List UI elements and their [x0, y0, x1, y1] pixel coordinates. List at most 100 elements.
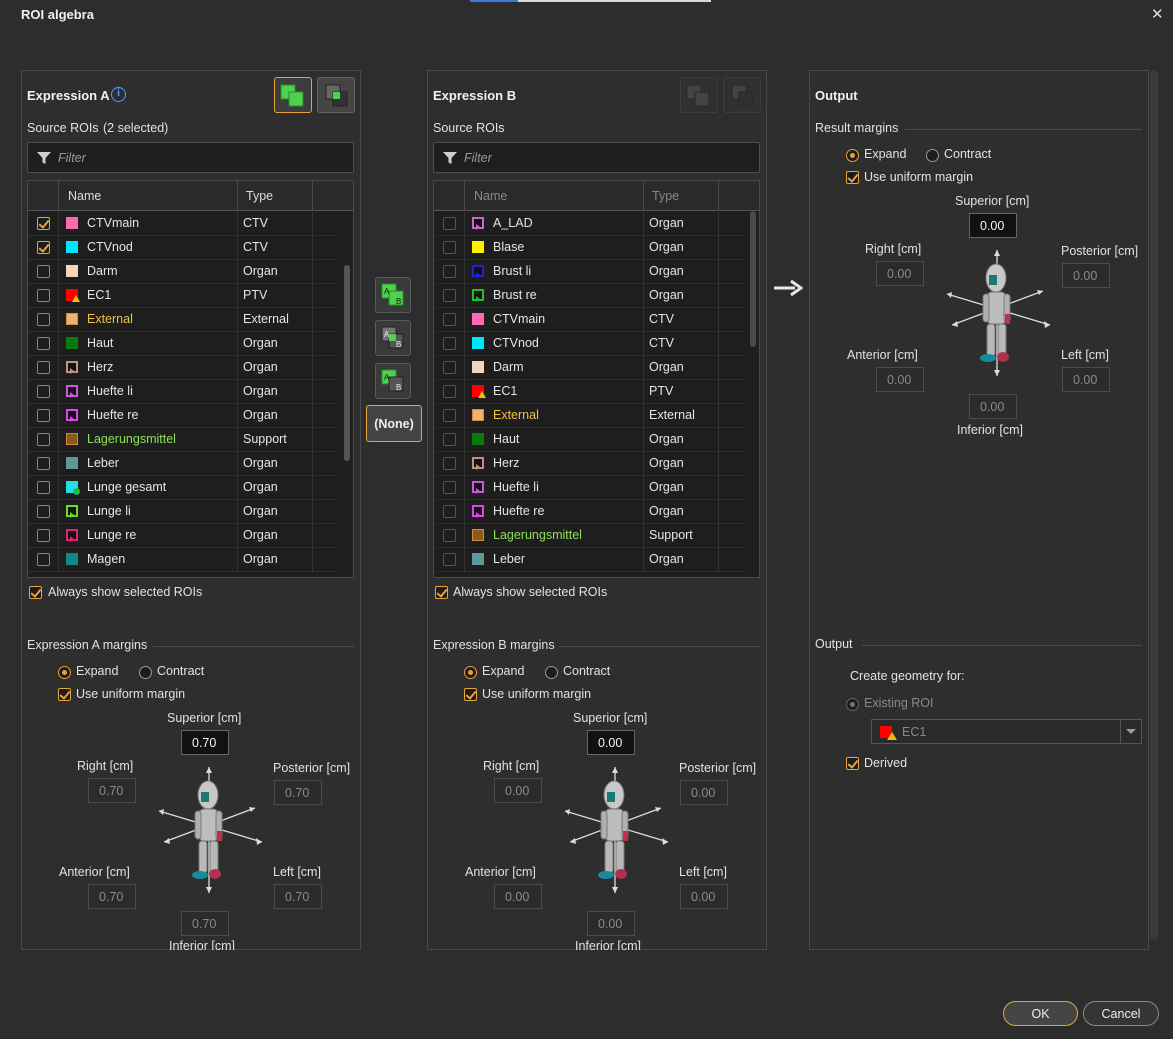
column-type[interactable]: Type — [246, 189, 273, 203]
uniform-margin-checkbox-a[interactable] — [58, 688, 71, 701]
table-row[interactable]: Huefte li Organ — [28, 380, 339, 404]
inferior-input-out[interactable]: 0.00 — [969, 394, 1017, 419]
row-checkbox[interactable] — [443, 241, 456, 254]
table-row[interactable]: External External — [434, 404, 745, 428]
table-row[interactable]: CTVmain CTV — [434, 308, 745, 332]
op-none-button[interactable]: (None) — [366, 405, 422, 442]
row-checkbox[interactable] — [443, 433, 456, 446]
row-checkbox[interactable] — [443, 457, 456, 470]
table-row[interactable]: Huefte re Organ — [28, 404, 339, 428]
superior-input-out[interactable]: 0.00 — [969, 213, 1017, 238]
posterior-input-out[interactable]: 0.00 — [1062, 263, 1110, 288]
row-checkbox[interactable] — [443, 361, 456, 374]
row-checkbox[interactable] — [37, 505, 50, 518]
close-icon[interactable]: ✕ — [1151, 5, 1164, 23]
table-row[interactable]: CTVnod CTV — [28, 236, 339, 260]
table-row[interactable]: Huefte li Organ — [434, 476, 745, 500]
table-row[interactable]: Lagerungsmittel Support — [434, 524, 745, 548]
cancel-button[interactable]: Cancel — [1083, 1001, 1159, 1026]
derived-checkbox[interactable] — [846, 757, 859, 770]
row-checkbox[interactable] — [443, 409, 456, 422]
expand-radio-b[interactable] — [464, 666, 477, 679]
posterior-input-a[interactable]: 0.70 — [274, 780, 322, 805]
row-checkbox[interactable] — [37, 313, 50, 326]
mode-union-button-b[interactable] — [680, 77, 718, 113]
anterior-input-b[interactable]: 0.00 — [494, 884, 542, 909]
table-row[interactable]: Haut Organ — [434, 428, 745, 452]
right-input-a[interactable]: 0.70 — [88, 778, 136, 803]
superior-input-b[interactable]: 0.00 — [587, 730, 635, 755]
row-checkbox[interactable] — [443, 313, 456, 326]
always-show-checkbox-a[interactable] — [29, 586, 42, 599]
op-union-button[interactable]: AB — [375, 277, 411, 313]
table-row[interactable]: Leber Organ — [434, 548, 745, 572]
table-row[interactable]: Haut Organ — [28, 332, 339, 356]
table-row[interactable]: Leber Organ — [28, 452, 339, 476]
table-row[interactable]: Darm Organ — [434, 356, 745, 380]
column-name[interactable]: Name — [68, 189, 101, 203]
existing-roi-radio[interactable] — [846, 698, 859, 711]
info-icon[interactable]: i — [111, 87, 126, 102]
anterior-input-out[interactable]: 0.00 — [876, 367, 924, 392]
contract-radio-b[interactable] — [545, 666, 558, 679]
table-row[interactable]: Brust re Organ — [434, 284, 745, 308]
row-checkbox[interactable] — [443, 529, 456, 542]
inferior-input-b[interactable]: 0.00 — [587, 911, 635, 936]
table-row[interactable]: Blase Organ — [434, 236, 745, 260]
right-input-b[interactable]: 0.00 — [494, 778, 542, 803]
row-checkbox[interactable] — [443, 553, 456, 566]
left-input-b[interactable]: 0.00 — [680, 884, 728, 909]
table-row[interactable]: Herz Organ — [434, 452, 745, 476]
mode-subtract-button-b[interactable] — [723, 77, 761, 113]
row-checkbox[interactable] — [443, 337, 456, 350]
table-row[interactable]: EC1 PTV — [28, 284, 339, 308]
table-row[interactable]: Lunge re Organ — [28, 524, 339, 548]
ok-button[interactable]: OK — [1003, 1001, 1078, 1026]
left-input-out[interactable]: 0.00 — [1062, 367, 1110, 392]
mode-subtract-button[interactable] — [317, 77, 355, 113]
row-checkbox[interactable] — [37, 409, 50, 422]
row-checkbox[interactable] — [443, 217, 456, 230]
table-row[interactable]: CTVnod CTV — [434, 332, 745, 356]
expand-radio-out[interactable] — [846, 149, 859, 162]
row-checkbox[interactable] — [37, 361, 50, 374]
row-checkbox[interactable] — [37, 289, 50, 302]
row-checkbox[interactable] — [443, 505, 456, 518]
filter-input-a[interactable]: Filter — [27, 142, 354, 173]
always-show-checkbox-b[interactable] — [435, 586, 448, 599]
table-row[interactable]: A_LAD Organ — [434, 212, 745, 236]
row-checkbox[interactable] — [443, 289, 456, 302]
mode-union-button[interactable] — [274, 77, 312, 113]
expand-radio-a[interactable] — [58, 666, 71, 679]
row-checkbox[interactable] — [37, 553, 50, 566]
uniform-margin-checkbox-b[interactable] — [464, 688, 477, 701]
superior-input-a[interactable]: 0.70 — [181, 730, 229, 755]
column-name[interactable]: Name — [474, 189, 507, 203]
posterior-input-b[interactable]: 0.00 — [680, 780, 728, 805]
row-checkbox[interactable] — [37, 481, 50, 494]
uniform-margin-checkbox-out[interactable] — [846, 171, 859, 184]
table-row[interactable]: CTVmain CTV — [28, 212, 339, 236]
table-row[interactable]: Darm Organ — [28, 260, 339, 284]
table-row[interactable]: Herz Organ — [28, 356, 339, 380]
row-checkbox[interactable] — [37, 337, 50, 350]
left-input-a[interactable]: 0.70 — [274, 884, 322, 909]
output-scrollbar[interactable] — [1150, 70, 1158, 940]
right-input-out[interactable]: 0.00 — [876, 261, 924, 286]
op-subtract-button[interactable]: AB — [375, 363, 411, 399]
row-checkbox[interactable] — [443, 385, 456, 398]
table-row[interactable]: Lunge li Organ — [28, 500, 339, 524]
scrollbar[interactable] — [344, 265, 350, 461]
row-checkbox[interactable] — [37, 457, 50, 470]
row-checkbox[interactable] — [37, 529, 50, 542]
table-row[interactable]: EC1 PTV — [434, 380, 745, 404]
roi-select[interactable]: EC1 — [871, 719, 1142, 744]
table-row[interactable]: External External — [28, 308, 339, 332]
op-intersect-button[interactable]: AB — [375, 320, 411, 356]
row-checkbox[interactable] — [443, 265, 456, 278]
table-row[interactable]: Magen Organ — [28, 548, 339, 572]
table-row[interactable]: Brust li Organ — [434, 260, 745, 284]
row-checkbox[interactable] — [37, 265, 50, 278]
table-row[interactable]: Huefte re Organ — [434, 500, 745, 524]
filter-input-b[interactable]: Filter — [433, 142, 760, 173]
